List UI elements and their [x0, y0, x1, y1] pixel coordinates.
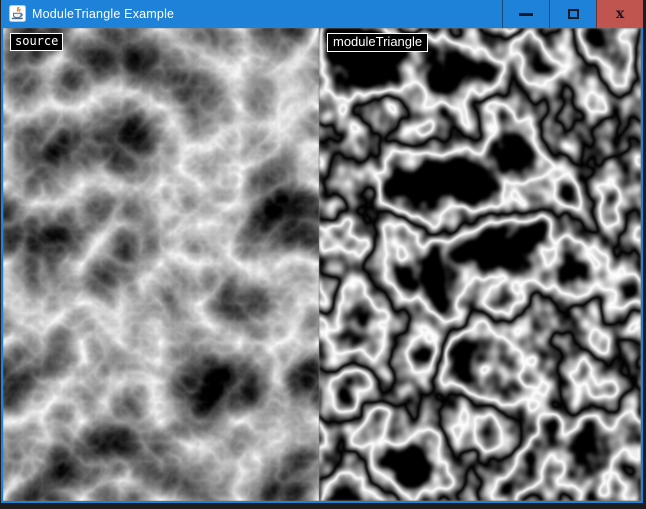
content-area: source	[1, 28, 643, 503]
source-label: source	[10, 33, 63, 51]
panel-moduletriangle: moduleTriangle	[319, 28, 641, 501]
window-controls: x	[502, 0, 643, 28]
panel-source: source	[3, 28, 319, 501]
titlebar[interactable]: ModuleTriangle Example x	[1, 0, 643, 28]
window-title: ModuleTriangle Example	[32, 0, 174, 28]
screenshot-root: ModuleTriangle Example x	[0, 0, 646, 509]
close-button[interactable]: x	[596, 0, 643, 28]
maximize-button[interactable]	[549, 0, 596, 28]
moduletriangle-noise-image	[319, 28, 641, 501]
maximize-icon	[568, 9, 579, 19]
app-window: ModuleTriangle Example x	[1, 0, 643, 503]
minimize-icon	[519, 13, 533, 16]
minimize-button[interactable]	[502, 0, 549, 28]
java-icon	[9, 5, 26, 22]
close-icon: x	[616, 7, 624, 21]
moduletriangle-label: moduleTriangle	[327, 33, 428, 52]
source-noise-image	[3, 28, 319, 501]
